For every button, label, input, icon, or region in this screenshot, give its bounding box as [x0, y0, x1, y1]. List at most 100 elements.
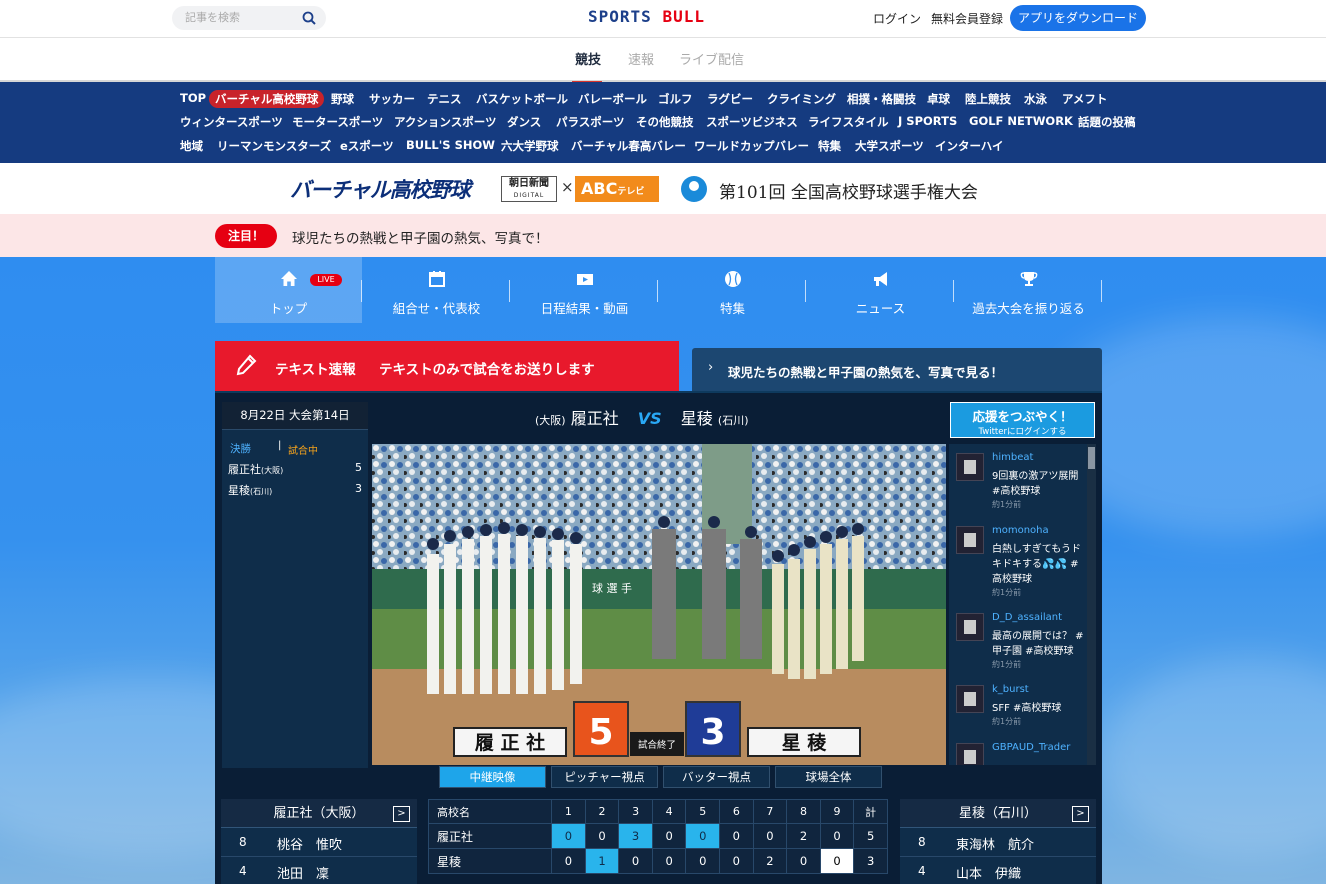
cat-golf-network[interactable]: GOLF NETWORK [969, 114, 1073, 128]
cat-para[interactable]: パラスポーツ [556, 114, 625, 130]
search-icon[interactable] [302, 11, 316, 25]
inning-cell[interactable]: 0 [651, 848, 687, 874]
inning-cell[interactable]: 0 [786, 848, 821, 874]
event-banner[interactable]: バーチャル高校野球 朝日新聞 DIGITAL × ABCテレビ 第101回 全国高… [0, 163, 1326, 214]
camera-stadium[interactable]: 球場全体 [775, 766, 882, 788]
inning-cell[interactable]: 0 [651, 823, 687, 849]
camera-batter[interactable]: バッター視点 [663, 766, 770, 788]
tweet-user[interactable]: himbeat [992, 452, 1033, 463]
register-link[interactable]: 無料会員登録 [931, 10, 1003, 27]
match-round[interactable]: 決勝 [230, 441, 251, 456]
tweet-user[interactable]: D_D_assailant [992, 612, 1062, 623]
player-name: 東海林 航介 [956, 838, 1035, 853]
text-feed-button[interactable]: テキスト速報 テキストのみで試合をお送りします [215, 341, 679, 391]
login-link[interactable]: ログイン [873, 10, 921, 27]
cat-basketball[interactable]: バスケットボール [476, 91, 568, 107]
tab-matchups[interactable]: 組合せ・代表校 [363, 257, 510, 323]
cat-interhigh[interactable]: インターハイ [935, 138, 1004, 154]
tab-sports[interactable]: 競技 [575, 49, 601, 68]
overlay-team-right: 星 稜 [782, 731, 828, 754]
inning-cell[interactable]: 0 [551, 848, 586, 874]
inning-cell[interactable]: 2 [752, 848, 788, 874]
cat-esports[interactable]: eスポーツ [340, 138, 394, 154]
cat-bulls-show[interactable]: BULL'S SHOW [406, 138, 495, 152]
chevron-right-icon[interactable]: > [1072, 806, 1089, 822]
cat-business[interactable]: スポーツビジネス [706, 114, 798, 130]
tab-top[interactable]: LIVE トップ [215, 257, 362, 323]
featured-text[interactable]: 球児たちの熱戦と甲子園の熱気、写真で！ [292, 227, 549, 247]
cat-region[interactable]: 地域 [180, 138, 203, 154]
cat-winter[interactable]: ウィンタースポーツ [180, 114, 283, 130]
asahi-sub: DIGITAL [513, 192, 545, 199]
photo-gallery-link[interactable]: › 球児たちの熱戦と甲子園の熱気を、写真で見る！ [692, 348, 1102, 391]
camera-pitcher[interactable]: ピッチャー視点 [551, 766, 658, 788]
cat-action[interactable]: アクションスポーツ [394, 114, 496, 130]
cat-table-tennis[interactable]: 卓球 [927, 91, 950, 107]
cat-baseball[interactable]: 野球 [331, 91, 354, 107]
category-navigation: TOP バーチャル高校野球 野球 サッカー テニス バスケットボール バレーボー… [0, 82, 1326, 163]
main-area: LIVE トップ 組合せ・代表校 日程結果・動画 特集 ニュース 過去大会を振り… [0, 257, 1326, 884]
site-logo[interactable]: SPORTS BULL [588, 7, 705, 26]
inning-cell[interactable]: 2 [786, 823, 821, 849]
cat-lifestyle[interactable]: ライフスタイル [808, 114, 889, 130]
inning-cell[interactable]: 0 [719, 848, 754, 874]
cat-sumo[interactable]: 相撲・格闘技 [847, 91, 916, 107]
cat-volleyball[interactable]: バレーボール [578, 91, 647, 107]
video-icon [577, 274, 593, 285]
inning-cell[interactable]: 0 [685, 848, 721, 874]
inning-cell[interactable]: 0 [685, 823, 721, 849]
scrollbar-thumb[interactable] [1088, 447, 1095, 469]
tab-label: 日程結果・動画 [540, 301, 629, 316]
cat-virtual-koshien[interactable]: バーチャル高校野球 [209, 90, 325, 108]
tweet-user[interactable]: momonoha [992, 525, 1049, 536]
cat-motor[interactable]: モータースポーツ [292, 114, 383, 130]
camera-broadcast[interactable]: 中継映像 [439, 766, 546, 788]
cat-american-football[interactable]: アメフト [1062, 91, 1107, 107]
cat-swimming[interactable]: 水泳 [1024, 91, 1047, 107]
inning-cell[interactable]: 1 [584, 848, 620, 874]
tweet-scrollbar[interactable] [1087, 444, 1096, 765]
cat-salaryman[interactable]: リーマンモンスターズ [217, 138, 331, 154]
inning-cell[interactable]: 0 [819, 823, 855, 849]
cat-others[interactable]: その他競技 [636, 114, 694, 130]
tab-news[interactable]: ニュース [807, 257, 954, 323]
cat-top[interactable]: TOP [180, 91, 206, 105]
cat-athletics[interactable]: 陸上競技 [965, 91, 1011, 107]
tab-past-tournaments[interactable]: 過去大会を振り返る [955, 257, 1102, 323]
cat-golf[interactable]: ゴルフ [658, 91, 693, 107]
twitter-cheer-button[interactable]: 応援をつぶやく！ Twitterにログインする [950, 402, 1095, 438]
cat-soccer[interactable]: サッカー [369, 91, 415, 107]
tab-schedule[interactable]: 日程結果・動画 [511, 257, 658, 323]
video-frame[interactable]: 球 選 手 履 正 社 5 試合終了 3 星 稜 [372, 444, 946, 765]
cat-features[interactable]: 特集 [818, 138, 841, 154]
cat-climbing[interactable]: クライミング [767, 91, 836, 107]
featured-alert[interactable]: 注目！ 球児たちの熱戦と甲子園の熱気、写真で！ [0, 214, 1326, 257]
cat-big6[interactable]: 六大学野球 [501, 138, 559, 154]
inning-cell[interactable]: 0 [819, 848, 855, 874]
inning-cell[interactable]: 3 [618, 823, 653, 849]
inning-cell[interactable]: 0 [752, 823, 788, 849]
inning-cell[interactable]: 0 [618, 848, 653, 874]
tab-breaking[interactable]: 速報 [628, 49, 654, 68]
cat-university[interactable]: 大学スポーツ [855, 138, 924, 154]
cat-world-cup-volleyball[interactable]: ワールドカップバレー [694, 138, 809, 154]
tweet-user[interactable]: k_burst [992, 684, 1029, 695]
cat-virtual-volleyball[interactable]: バーチャル春高バレー [571, 138, 686, 154]
tweet-user[interactable]: GBPAUD_Trader [992, 742, 1070, 753]
search-input[interactable]: 記事を検索 [172, 6, 326, 30]
download-app-button[interactable]: アプリをダウンロード [1010, 5, 1146, 31]
cat-dance[interactable]: ダンス [507, 114, 541, 130]
chevron-right-icon[interactable]: > [393, 806, 410, 822]
inning-cell[interactable]: 0 [719, 823, 754, 849]
cat-tennis[interactable]: テニス [427, 91, 462, 107]
tweet-feed[interactable]: himbeat 9回裏の激アツ展開 #高校野球 約1分前 momonoha 白熱… [949, 444, 1096, 765]
overlay-score-right: 3 [700, 712, 725, 753]
cat-rugby[interactable]: ラグビー [707, 91, 753, 107]
cat-j-sports[interactable]: J SPORTS [898, 114, 957, 128]
inning-cell[interactable]: 0 [551, 823, 586, 849]
tab-features[interactable]: 特集 [659, 257, 806, 323]
cat-trending[interactable]: 話題の投稿 [1078, 114, 1136, 130]
inning-cell[interactable]: 0 [584, 823, 620, 849]
tab-live[interactable]: ライブ配信 [679, 49, 744, 68]
cheer-title: 応援をつぶやく！ [972, 409, 1073, 424]
